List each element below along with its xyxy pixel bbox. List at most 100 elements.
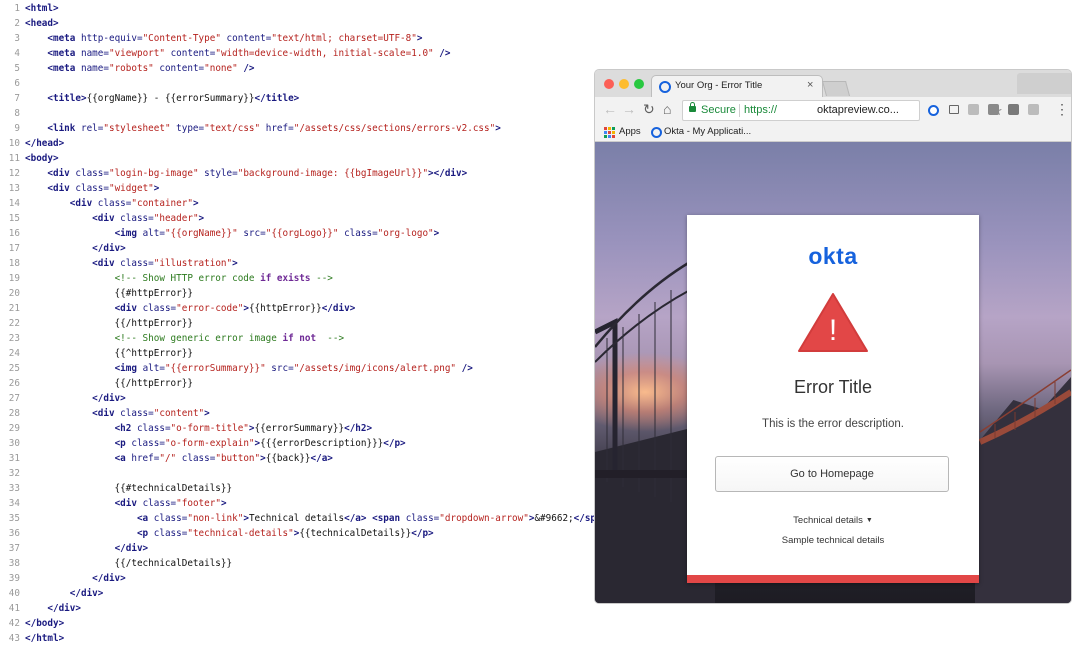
code-editor-panel: 1 <html> 2 <head> 3 <meta http-equiv="Conten… (0, 0, 613, 652)
code-token: style= (198, 168, 238, 179)
code-line: 13 <div class="widget"> (0, 181, 160, 196)
profile-area[interactable] (1017, 73, 1071, 94)
code-line: 35 <a class="non-link">Technical details… (0, 511, 613, 526)
code-token: <meta (47, 63, 81, 74)
error-accent-bar (687, 575, 979, 583)
okta-my-applications-bookmark[interactable]: Okta - My Applicati... (664, 123, 751, 141)
org-logo: okta (808, 243, 858, 269)
code-line: 37 </div> (0, 541, 148, 556)
extension-icon-4[interactable] (988, 104, 999, 115)
okta-extension-icon[interactable] (928, 105, 939, 116)
code-token: <div (92, 408, 121, 419)
url-separator (739, 104, 740, 117)
code-token: </div> (69, 588, 104, 599)
address-bar[interactable]: Secure https:// oktapreview.co... ☆ (682, 100, 1003, 121)
extension-s-icon[interactable] (1028, 104, 1039, 115)
code-token: name= (80, 48, 109, 59)
code-token: {{orgName}} - {{errorSummary}} (86, 93, 255, 104)
go-to-homepage-button[interactable]: Go to Homepage (715, 456, 949, 492)
browser-toolbar: ← → ↻ ⌂ Secure https:// oktapreview.co..… (595, 97, 1071, 123)
home-icon[interactable]: ⌂ (663, 101, 671, 117)
code-token: </a> (344, 513, 367, 524)
code-token: <link (47, 123, 81, 134)
code-token: class= (120, 408, 154, 419)
code-token: > (416, 33, 423, 44)
code-token: "footer" (176, 498, 221, 509)
code-token: "Content-Type" (142, 33, 221, 44)
code-token: {{#technicalDetails}} (25, 483, 233, 494)
line-number: 20 (8, 288, 20, 299)
extension-icon-5[interactable] (1008, 104, 1019, 115)
line-number: 21 (8, 303, 20, 314)
tab-close-icon[interactable]: × (807, 79, 813, 91)
chrome-menu-icon[interactable]: ⋮ (1055, 101, 1069, 117)
code-line: 6 (0, 76, 25, 91)
technical-details-toggle[interactable]: Technical details ▼ (687, 515, 979, 526)
code-line: 21 <div class="error-code">{{httpError}}… (0, 301, 356, 316)
line-number: 31 (8, 453, 20, 464)
code-line: 42 </body> (0, 616, 64, 631)
technical-details-link[interactable]: Technical details (793, 515, 863, 526)
code-line: 11 <body> (0, 151, 59, 166)
code-line: 33 {{#technicalDetails}} (0, 481, 232, 496)
code-token: </html> (25, 633, 65, 644)
line-number: 6 (14, 78, 20, 89)
reload-icon[interactable]: ↻ (643, 101, 655, 117)
minimize-window-button[interactable] (619, 79, 629, 89)
line-number: 27 (8, 393, 20, 404)
code-token: </div> (92, 393, 126, 404)
code-token: <img (114, 363, 143, 374)
code-token: class= (142, 498, 177, 509)
line-number: 23 (8, 333, 20, 344)
cast-icon[interactable] (949, 105, 959, 114)
zoom-window-button[interactable] (634, 79, 644, 89)
code-token: "none" (204, 63, 238, 74)
code-token: </body> (25, 618, 65, 629)
code-token: </div> (92, 573, 126, 584)
code-token: alt= (142, 363, 165, 374)
code-token: "background-image: {{bgImageUrl}}" (237, 168, 429, 179)
code-token: ></div> (428, 168, 468, 179)
code-token: "o-form-explain" (164, 438, 255, 449)
code-token: "technical-details" (187, 528, 294, 539)
forward-arrow-icon[interactable]: → (622, 101, 636, 117)
code-token: </div> (114, 543, 149, 554)
line-number: 11 (8, 153, 20, 164)
code-token: <head> (25, 18, 59, 29)
page-viewport: okta ! Error Title This is the error des… (595, 142, 1071, 603)
code-token: > (232, 258, 238, 269)
tab-active[interactable]: Your Org - Error Title × (652, 76, 822, 97)
new-tab-button[interactable] (821, 81, 851, 96)
back-arrow-icon[interactable]: ← (603, 101, 617, 117)
code-line: 18 <div class="illustration"> (0, 256, 238, 271)
code-token: "stylesheet" (103, 123, 171, 134)
extension-g-icon[interactable] (968, 104, 979, 115)
apps-grid-icon[interactable] (604, 127, 615, 138)
code-token: "width=device-width, initial-scale=1.0" (215, 48, 434, 59)
line-number: 30 (8, 438, 20, 449)
code-token: class= (120, 258, 154, 269)
close-window-button[interactable] (604, 79, 614, 89)
code-token: src= (265, 363, 294, 374)
code-token: <img (114, 228, 143, 239)
code-token: <div (92, 213, 121, 224)
line-number: 15 (8, 213, 20, 224)
code-token: href= (260, 123, 294, 134)
code-line: 25 <img alt="{{errorSummary}}" src="/ass… (0, 361, 473, 376)
line-number: 5 (14, 63, 20, 74)
apps-bookmark[interactable]: Apps (619, 123, 641, 141)
code-token: if (260, 273, 272, 284)
code-token: type= (170, 123, 205, 134)
code-line: 14 <div class="container"> (0, 196, 199, 211)
line-number: 22 (8, 318, 20, 329)
line-number: 14 (8, 198, 20, 209)
code-token: content= (153, 63, 205, 74)
code-line: 7 <title>{{orgName}} - {{errorSummary}}<… (0, 91, 299, 106)
